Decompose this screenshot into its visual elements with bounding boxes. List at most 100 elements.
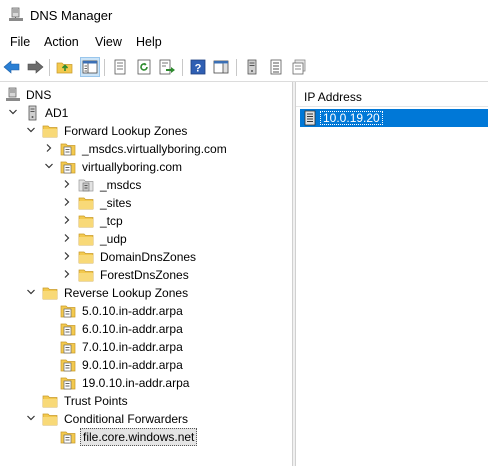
- tree-item-reverse-zone[interactable]: 5.0.10.in-addr.arpa: [0, 302, 290, 320]
- tree-item-reverse-lookup-zones[interactable]: Reverse Lookup Zones: [0, 284, 290, 302]
- forward-button[interactable]: [25, 57, 45, 77]
- tree-item-domaindnszones[interactable]: DomainDnsZones: [0, 248, 290, 266]
- up-folder-button[interactable]: [55, 57, 75, 77]
- chevron-down-icon[interactable]: [44, 161, 54, 171]
- zone-icon: [60, 377, 76, 390]
- properties-button[interactable]: [110, 57, 130, 77]
- export-list-button[interactable]: [157, 57, 177, 77]
- menu-view[interactable]: View: [95, 35, 122, 49]
- tree-item-forward-lookup-zones[interactable]: Forward Lookup Zones: [0, 122, 290, 140]
- folder-icon: [78, 197, 94, 210]
- tree-label: Forward Lookup Zones: [64, 124, 188, 138]
- chevron-down-icon[interactable]: [8, 107, 18, 117]
- folder-icon: [42, 413, 58, 426]
- show-hide-console-tree-button[interactable]: [80, 57, 100, 77]
- tree-item-conditional-forwarders[interactable]: Conditional Forwarders: [0, 410, 290, 428]
- tree-label: _udp: [100, 232, 127, 246]
- dns-server-button[interactable]: [242, 57, 262, 77]
- menu-help[interactable]: Help: [136, 35, 162, 49]
- menu-bar: File Action View Help: [0, 31, 488, 53]
- tree-label: 5.0.10.in-addr.arpa: [82, 304, 183, 318]
- tree-label: 6.0.10.in-addr.arpa: [82, 322, 183, 336]
- tree-item-msdcs-zone[interactable]: _msdcs.virtuallyboring.com: [0, 140, 290, 158]
- tree-item-virtuallyboring-zone[interactable]: virtuallyboring.com: [0, 158, 290, 176]
- folder-icon: [78, 233, 94, 246]
- tree-item-reverse-zone[interactable]: 7.0.10.in-addr.arpa: [0, 338, 290, 356]
- menu-action[interactable]: Action: [44, 35, 79, 49]
- details-pane[interactable]: IP Address 10.0.19.20: [296, 82, 488, 466]
- dns-server-icon: [247, 59, 257, 75]
- tree-item-sites[interactable]: _sites: [0, 194, 290, 212]
- tree-item-tcp[interactable]: _tcp: [0, 212, 290, 230]
- zone-icon: [60, 143, 76, 156]
- tree-item-reverse-zone[interactable]: 19.0.10.in-addr.arpa: [0, 374, 290, 392]
- zone-icon: [60, 341, 76, 354]
- tree-item-reverse-zone[interactable]: 6.0.10.in-addr.arpa: [0, 320, 290, 338]
- up-folder-icon: [56, 62, 73, 74]
- tree-label: _msdcs: [100, 178, 142, 192]
- column-header-ip-address[interactable]: IP Address: [296, 82, 488, 107]
- back-icon: [3, 60, 20, 74]
- tree-label: AD1: [45, 106, 69, 120]
- toolbar-separator: [236, 59, 237, 76]
- dns-server-icon: [28, 105, 37, 121]
- toolbar-separator: [49, 59, 50, 76]
- show-hide-action-pane-icon: [213, 60, 229, 74]
- refresh-button[interactable]: [134, 57, 154, 77]
- menu-file[interactable]: File: [10, 35, 30, 49]
- folder-icon: [78, 269, 94, 282]
- tree-item-forestdnszones[interactable]: ForestDnsZones: [0, 266, 290, 284]
- chevron-right-icon[interactable]: [62, 179, 72, 189]
- tree-label: _tcp: [100, 214, 123, 228]
- zone-icon: [60, 161, 76, 174]
- chevron-down-icon[interactable]: [26, 413, 36, 423]
- folder-icon: [42, 395, 58, 408]
- back-button[interactable]: [2, 57, 22, 77]
- zone-icon: [270, 59, 282, 75]
- chevron-down-icon[interactable]: [26, 287, 36, 297]
- chevron-right-icon[interactable]: [62, 251, 72, 261]
- tree-label: ForestDnsZones: [100, 268, 189, 282]
- toolbar: ?: [0, 53, 488, 82]
- tree-item-dns[interactable]: DNS: [0, 86, 290, 104]
- forward-icon: [27, 60, 44, 74]
- console-tree[interactable]: DNS AD1 Forward Lookup Zones _msdcs.virt…: [0, 82, 292, 466]
- window-title: DNS Manager: [30, 8, 113, 23]
- title-bar: DNS Manager: [0, 0, 488, 31]
- chevron-right-icon[interactable]: [62, 215, 72, 225]
- chevron-right-icon[interactable]: [62, 197, 72, 207]
- list-item[interactable]: 10.0.19.20: [300, 109, 488, 127]
- chevron-right-icon[interactable]: [44, 143, 54, 153]
- show-hide-action-pane-button[interactable]: [211, 57, 231, 77]
- tree-item-file-core-windows-net[interactable]: file.core.windows.net: [0, 428, 290, 446]
- tree-label: Conditional Forwarders: [64, 412, 189, 426]
- folder-icon: [42, 287, 58, 300]
- chevron-right-icon[interactable]: [62, 233, 72, 243]
- domain-button[interactable]: [289, 57, 309, 77]
- tree-label: 19.0.10.in-addr.arpa: [82, 376, 190, 390]
- help-icon: ?: [190, 59, 206, 75]
- dns-server-icon: [9, 7, 23, 21]
- folder-icon: [78, 215, 94, 228]
- refresh-icon: [137, 59, 151, 75]
- zone-button[interactable]: [266, 57, 286, 77]
- tree-item-reverse-zone[interactable]: 9.0.10.in-addr.arpa: [0, 356, 290, 374]
- toolbar-separator: [182, 59, 183, 76]
- chevron-right-icon[interactable]: [62, 269, 72, 279]
- dns-server-icon: [6, 87, 20, 101]
- column-header-label: IP Address: [304, 90, 362, 104]
- show-hide-console-tree-icon: [82, 60, 98, 74]
- domain-icon: [292, 59, 306, 75]
- tree-item-udp[interactable]: _udp: [0, 230, 290, 248]
- tree-label: virtuallyboring.com: [82, 160, 183, 174]
- zone-icon: [60, 431, 76, 444]
- tree-item-msdcs[interactable]: _msdcs: [0, 176, 290, 194]
- folder-icon: [78, 251, 94, 264]
- export-list-icon: [159, 59, 175, 75]
- tree-item-trust-points[interactable]: Trust Points: [0, 392, 290, 410]
- delegation-icon: [78, 179, 94, 192]
- chevron-down-icon[interactable]: [26, 125, 36, 135]
- tree-item-ad1[interactable]: AD1: [0, 104, 290, 122]
- folder-icon: [42, 125, 58, 138]
- help-button[interactable]: ?: [188, 57, 208, 77]
